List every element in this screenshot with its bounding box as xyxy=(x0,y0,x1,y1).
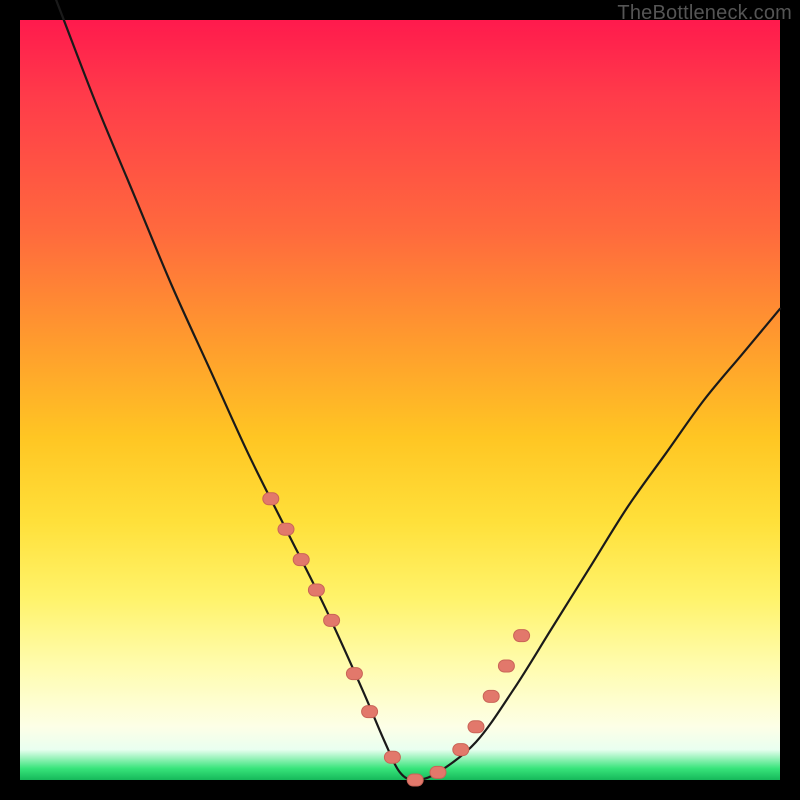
bottleneck-curve xyxy=(20,0,780,780)
chart-frame xyxy=(20,20,780,780)
curve-marker xyxy=(308,584,324,596)
curve-marker xyxy=(346,668,362,680)
curve-marker xyxy=(278,523,294,535)
curve-marker xyxy=(324,614,340,626)
curve-marker xyxy=(362,706,378,718)
curve-marker xyxy=(498,660,514,672)
curve-marker xyxy=(514,630,530,642)
curve-marker xyxy=(468,721,484,733)
watermark-text: TheBottleneck.com xyxy=(617,2,792,25)
curve-marker xyxy=(384,751,400,763)
curve-marker xyxy=(483,690,499,702)
curve-marker xyxy=(293,554,309,566)
curve-marker xyxy=(430,766,446,778)
curve-layer xyxy=(20,0,780,780)
curve-marker xyxy=(263,493,279,505)
chart-svg xyxy=(20,20,780,780)
curve-marker xyxy=(453,744,469,756)
curve-markers xyxy=(263,493,530,786)
curve-marker xyxy=(407,774,423,786)
